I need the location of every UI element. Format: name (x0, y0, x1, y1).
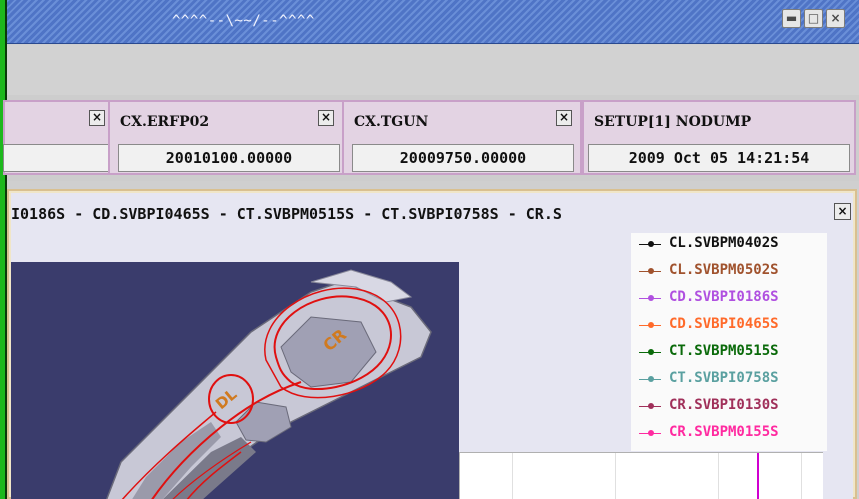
facility-layout-image: CR DL (11, 262, 459, 499)
panel-value (3, 144, 109, 172)
grid-line (718, 453, 719, 499)
legend-item: CD.SVBPI0186S (639, 287, 825, 311)
legend-label: CR.SVBPI0130S (669, 397, 779, 413)
plot-cursor-line (757, 453, 759, 499)
panel-close-button[interactable]: × (556, 110, 572, 126)
panel-value: 2009 Oct 05 14:21:54 (588, 144, 850, 172)
legend-item: CT.SVBPI0758S (639, 368, 825, 392)
legend-label: CT.SVBPM0515S (669, 343, 779, 359)
plot-area[interactable] (459, 452, 823, 499)
legend-label: CD.SVBPI0465S (669, 316, 779, 332)
legend-item: CR.SVBPI0130S (639, 395, 825, 419)
window-title: ^^^^--\~~/--^^^^ (172, 13, 315, 29)
legend-marker-icon (639, 430, 661, 436)
status-panel-setup: SETUP[1] NODUMP 2009 Oct 05 14:21:54 (582, 100, 856, 175)
maximize-button[interactable]: □ (804, 9, 823, 28)
panel-label: SETUP[1] NODUMP (594, 114, 752, 130)
minimize-button[interactable]: ▬ (782, 9, 801, 28)
legend-marker-icon (639, 268, 661, 274)
panel-value: 20010100.00000 (118, 144, 340, 172)
legend-label: CR.SVBPM0155S (669, 424, 779, 440)
window-left-border (0, 0, 7, 499)
legend-item: CR.SVBPM0155S (639, 422, 825, 446)
grid-line (512, 453, 513, 499)
toolbar (7, 45, 859, 95)
title-bar[interactable]: ^^^^--\~~/--^^^^ ▬ □ × (7, 0, 859, 44)
status-panels-row: × CX.ERFP02 × 20010100.00000 CX.TGUN × 2… (3, 95, 859, 181)
close-window-button[interactable]: × (826, 9, 845, 28)
plot-title: I0186S - CD.SVBPI0465S - CT.SVBPM0515S -… (11, 205, 562, 223)
panel-close-button[interactable]: × (318, 110, 334, 126)
legend-item: CL.SVBPM0502S (639, 260, 825, 284)
legend-label: CD.SVBPI0186S (669, 289, 779, 305)
legend-item: CT.SVBPM0515S (639, 341, 825, 365)
status-panel-cx-erfp02: CX.ERFP02 × 20010100.00000 (108, 100, 344, 175)
legend-marker-icon (639, 322, 661, 328)
legend-label: CL.SVBPM0402S (669, 235, 779, 251)
status-panel-cx-tgun: CX.TGUN × 20009750.00000 (342, 100, 582, 175)
legend-item: CD.SVBPI0465S (639, 314, 825, 338)
legend-label: CL.SVBPM0502S (669, 262, 779, 278)
plot-panel: I0186S - CD.SVBPI0465S - CT.SVBPM0515S -… (7, 189, 857, 499)
facility-layout-drawing: CR DL (11, 262, 459, 499)
legend-label: CT.SVBPI0758S (669, 370, 779, 386)
legend-marker-icon (639, 376, 661, 382)
panel-close-button[interactable]: × (89, 110, 105, 126)
panel-value: 20009750.00000 (352, 144, 574, 172)
legend-marker-icon (639, 349, 661, 355)
legend-marker-icon (639, 295, 661, 301)
status-panel-1: × (3, 100, 111, 175)
legend-marker-icon (639, 241, 661, 247)
plot-canvas: I0186S - CD.SVBPI0465S - CT.SVBPM0515S -… (11, 193, 853, 499)
plot-close-button[interactable]: × (834, 203, 851, 220)
plot-legend: CL.SVBPM0402S CL.SVBPM0502S CD.SVBPI0186… (631, 233, 827, 451)
panel-label: CX.TGUN (354, 114, 429, 130)
legend-marker-icon (639, 403, 661, 409)
grid-line (615, 453, 616, 499)
grid-line (801, 453, 802, 499)
legend-item: CL.SVBPM0402S (639, 233, 825, 257)
panel-label: CX.ERFP02 (120, 114, 210, 130)
